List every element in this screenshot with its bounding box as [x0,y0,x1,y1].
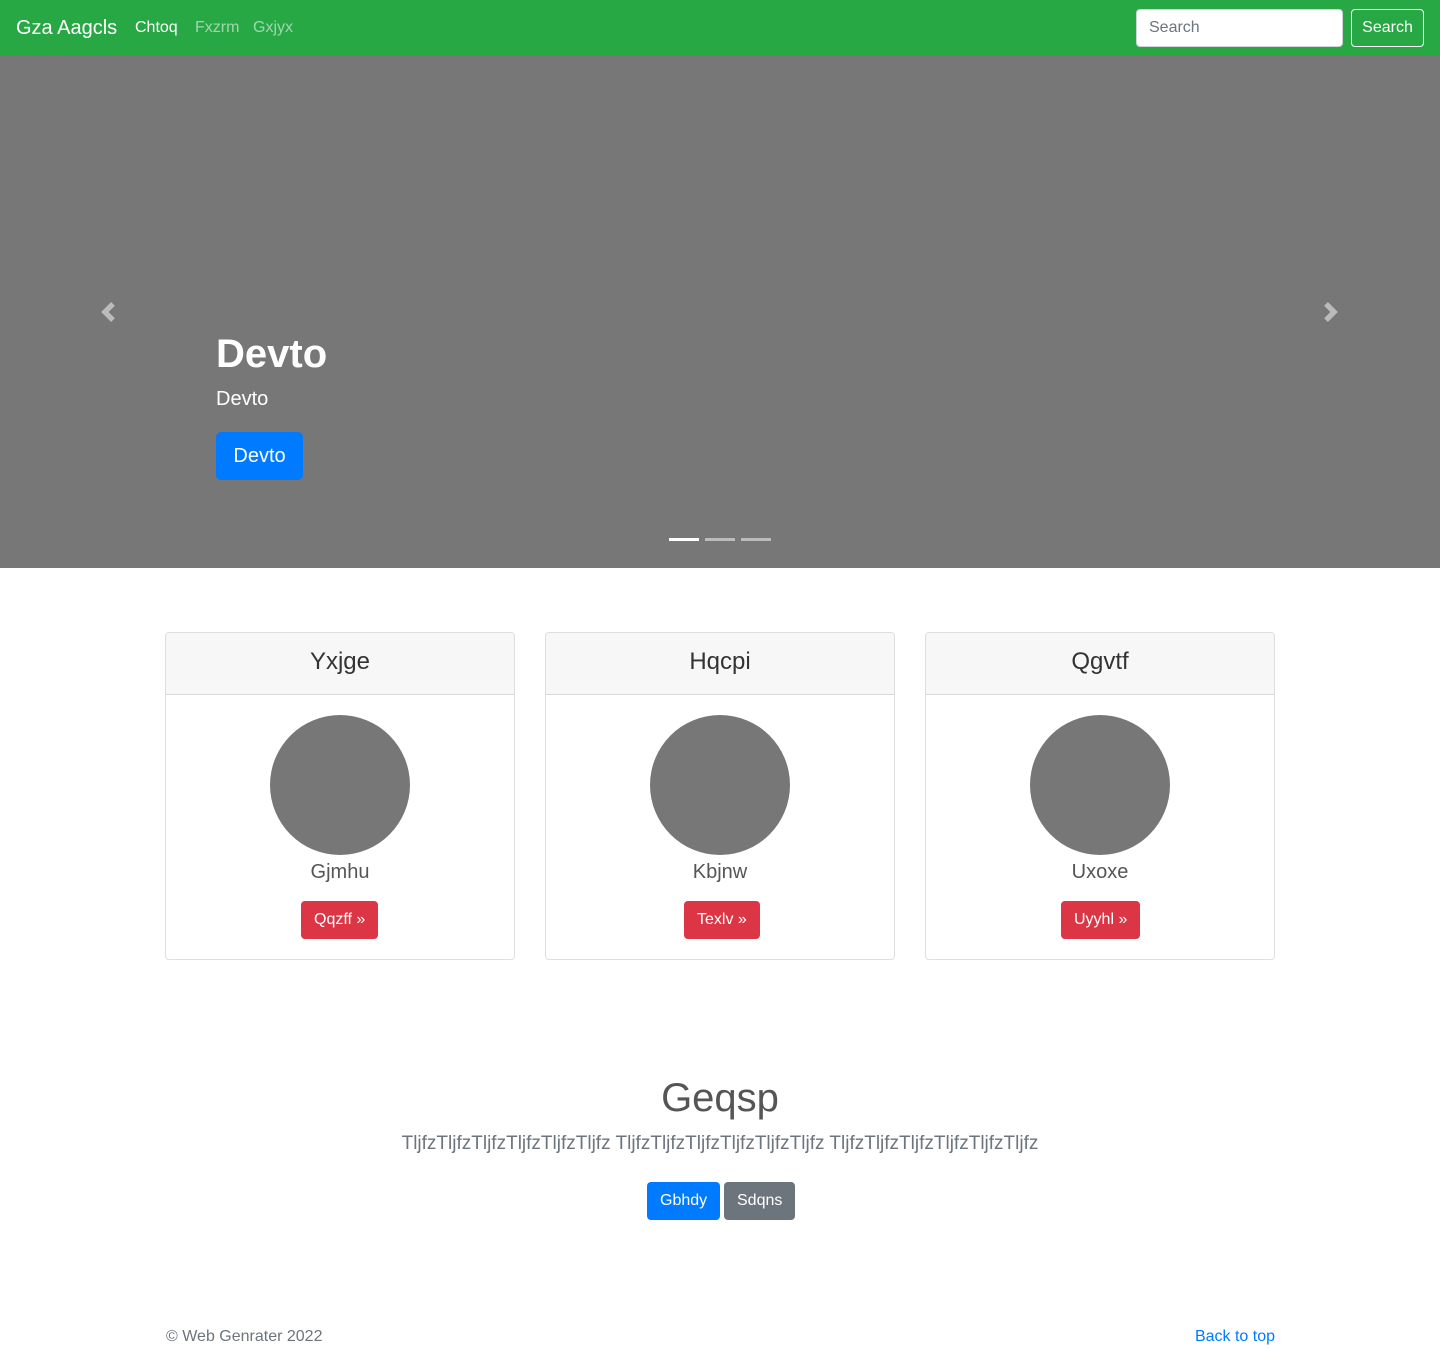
nav-link-fxzrm[interactable]: Fxzrm [195,17,239,39]
carousel-indicator-1[interactable] [669,538,699,541]
card-name: Kbjnw [692,861,748,883]
chevron-left-icon [101,302,115,322]
card-name: Gjmhu [310,861,370,883]
carousel-indicator-2[interactable] [705,538,735,541]
copyright-text: © Web Genrater 2022 [166,1328,323,1345]
carousel-title: Devto [216,332,328,376]
carousel-indicators [669,538,771,541]
nav-link-chtoq[interactable]: Chtoq [135,17,178,39]
carousel-text: Devto [216,388,269,410]
card-header: Hqcpi [546,633,894,695]
carousel-indicator-3[interactable] [741,538,771,541]
avatar [1030,715,1170,855]
carousel-prev-button[interactable] [88,296,128,328]
card-yxjge: Yxjge Gjmhu Qqzff » [165,632,515,960]
card-qgvtf: Qgvtf Uxoxe Uyyhl » [925,632,1275,960]
avatar [650,715,790,855]
hero-carousel: Devto Devto Devto [0,56,1440,568]
card-button-uyyhl[interactable]: Uyyhl » [1061,901,1141,939]
section-text: TljfzTljfzTljfzTljfzTljfzTljfz TljfzTljf… [401,1133,1039,1154]
avatar [270,715,410,855]
nav-link-gxjyx[interactable]: Gxjyx [253,17,293,39]
card-header: Yxjge [166,633,514,695]
card-name: Uxoxe [1071,861,1129,883]
chevron-right-icon [1324,302,1338,322]
secondary-button[interactable]: Sdqns [724,1182,796,1220]
card-button-qqzff[interactable]: Qqzff » [301,901,379,939]
carousel-cta-button[interactable]: Devto [216,432,303,480]
card-header: Qgvtf [926,633,1274,695]
primary-button[interactable]: Gbhdy [647,1182,721,1220]
card-hqcpi: Hqcpi Kbjnw Texlv » [545,632,895,960]
section-title: Geqsp [661,1076,779,1120]
brand-link[interactable]: Gza Aagcls [16,14,117,42]
back-to-top-link[interactable]: Back to top [1195,1327,1275,1347]
carousel-next-button[interactable] [1311,296,1351,328]
navbar: Gza Aagcls Chtoq Fxzrm Gxjyx Search [0,0,1440,56]
search-button[interactable]: Search [1351,9,1424,47]
search-input[interactable] [1136,9,1343,47]
card-button-texlv[interactable]: Texlv » [684,901,760,939]
